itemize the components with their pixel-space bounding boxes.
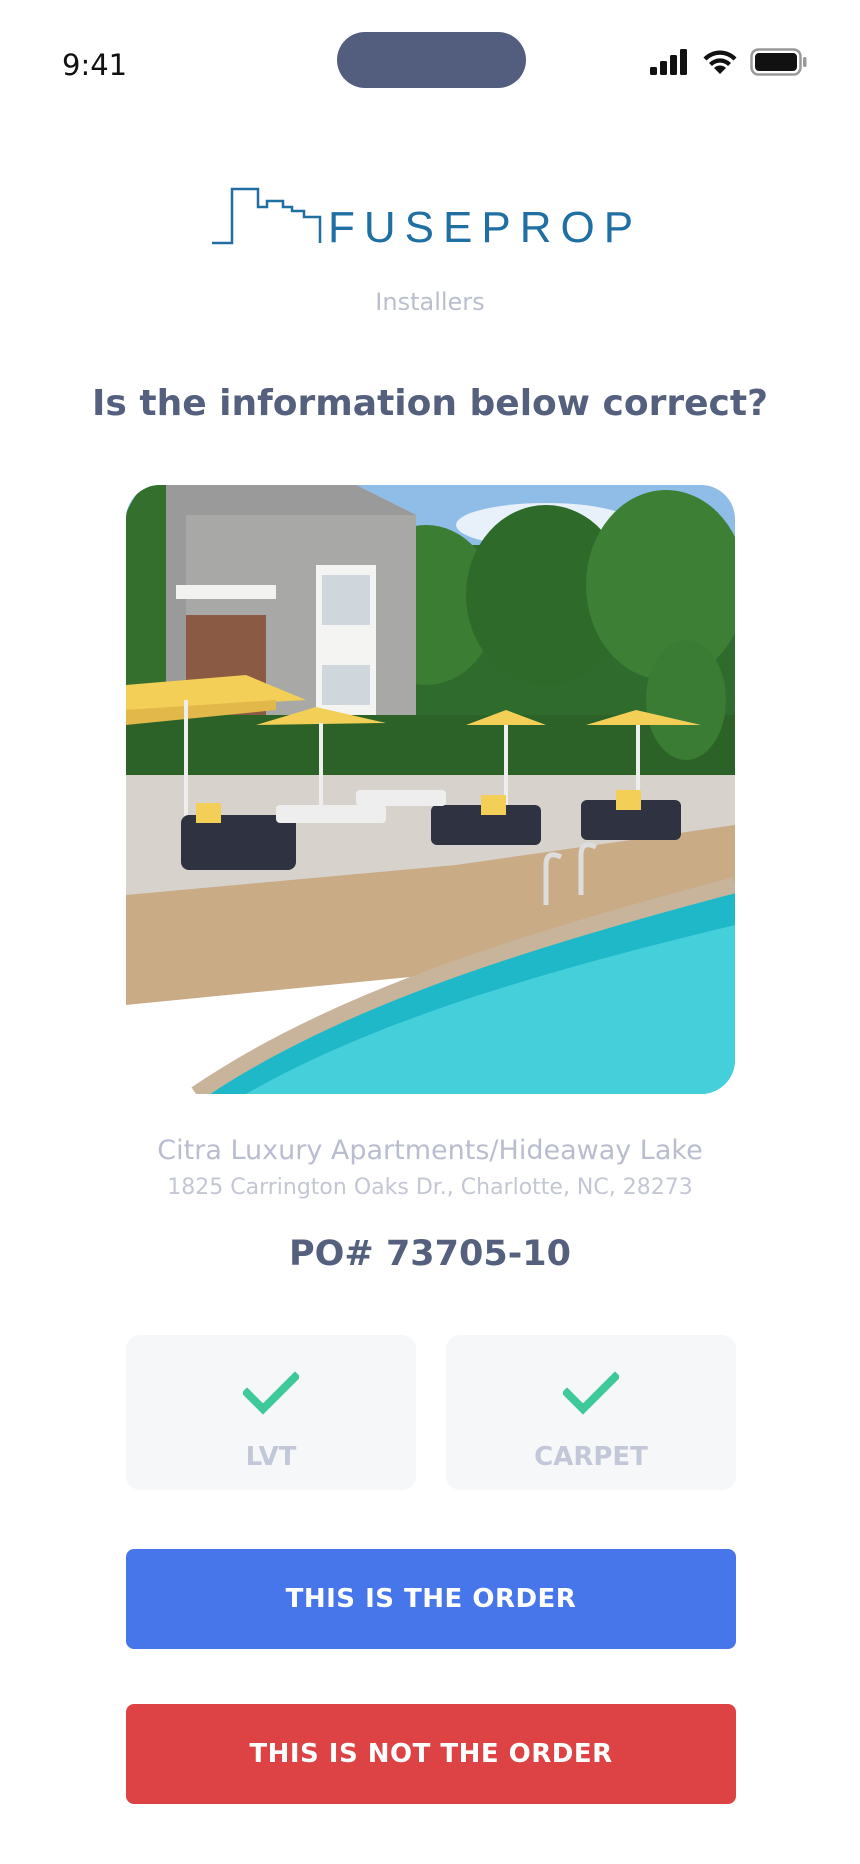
- page-title: Is the information below correct?: [92, 383, 768, 424]
- status-bar: 9:41: [0, 0, 860, 130]
- battery-icon: [750, 48, 807, 76]
- confirm-order-button[interactable]: THIS IS THE ORDER: [126, 1549, 736, 1649]
- material-card-carpet[interactable]: CARPET: [446, 1335, 736, 1490]
- property-address: 1825 Carrington Oaks Dr., Charlotte, NC,…: [167, 1175, 693, 1200]
- material-label: CARPET: [534, 1442, 648, 1472]
- material-label: LVT: [245, 1442, 297, 1472]
- property-photo: [126, 485, 735, 1094]
- brand-name: FUSEPROP: [328, 203, 642, 252]
- city-skyline-icon: [212, 187, 322, 245]
- page-subtitle: Installers: [375, 288, 485, 316]
- po-number: PO# 73705-10: [289, 1234, 571, 1274]
- dynamic-island: [337, 32, 526, 88]
- status-time: 9:41: [62, 48, 128, 82]
- checkmark-icon: [446, 1371, 736, 1420]
- checkmark-icon: [126, 1371, 416, 1420]
- fuseprop-logo: FUSEPROP: [210, 185, 650, 255]
- reject-order-button[interactable]: THIS IS NOT THE ORDER: [126, 1704, 736, 1804]
- wifi-icon: [703, 50, 737, 74]
- status-icons: [650, 48, 808, 76]
- signal-icon: [650, 49, 687, 75]
- material-card-lvt[interactable]: LVT: [126, 1335, 416, 1490]
- property-name: Citra Luxury Apartments/Hideaway Lake: [157, 1135, 703, 1166]
